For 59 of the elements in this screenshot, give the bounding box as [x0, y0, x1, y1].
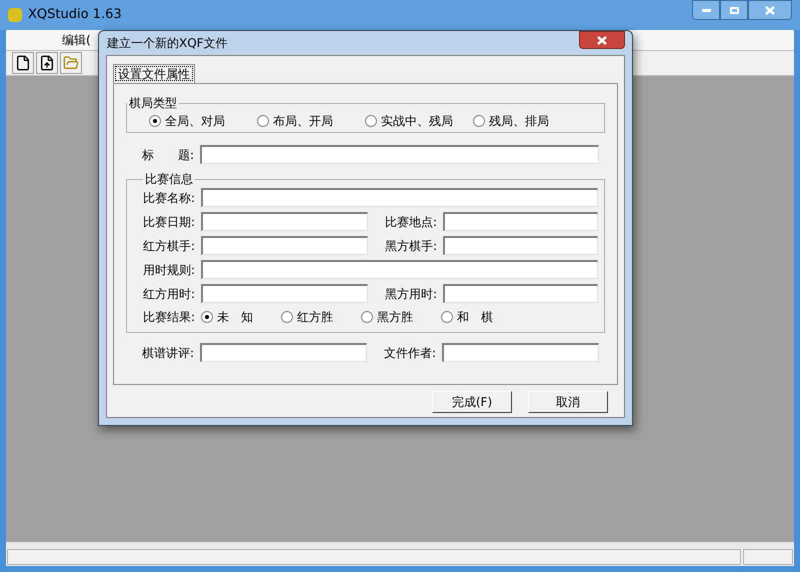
maximize-button[interactable] — [720, 0, 748, 20]
field-label: 用时规则: — [143, 262, 196, 278]
radio-button[interactable] — [473, 115, 485, 127]
close-button[interactable] — [579, 31, 625, 49]
radio-option[interactable]: 和 棋 — [441, 308, 521, 326]
group-title: 比赛信息 — [144, 171, 194, 188]
input-field[interactable] — [200, 145, 599, 164]
minimize-button[interactable] — [692, 0, 720, 20]
tab[interactable]: 设置文件属性 — [113, 64, 195, 83]
input-field[interactable] — [201, 260, 598, 279]
close-icon — [765, 6, 775, 14]
field-label: 黑方用时: — [385, 286, 438, 302]
status-bar-pane — [743, 549, 793, 565]
field-label: 比赛日期: — [143, 214, 196, 230]
field-label: 黑方棋手: — [385, 238, 438, 254]
field-label: 红方棋手: — [143, 238, 196, 254]
input-field[interactable] — [200, 343, 367, 362]
input-field[interactable] — [443, 212, 598, 231]
close-icon — [597, 36, 607, 44]
radio-option[interactable]: 黑方胜 — [361, 308, 441, 326]
radio-button[interactable] — [281, 311, 293, 323]
new-document-icon[interactable] — [12, 52, 34, 74]
dialog-title: 建立一个新的XQF文件 — [106, 35, 228, 52]
field-label: 红方用时: — [143, 286, 196, 302]
radio-button[interactable] — [361, 311, 373, 323]
app-icon — [8, 8, 22, 22]
radio-option[interactable]: 红方胜 — [281, 308, 361, 326]
radio-button[interactable] — [441, 311, 453, 323]
input-field[interactable] — [442, 343, 599, 362]
radio-button[interactable] — [365, 115, 377, 127]
field-label: 比赛结果: — [143, 309, 196, 326]
radio-button[interactable] — [201, 311, 213, 323]
radio-button[interactable] — [257, 115, 269, 127]
close-button[interactable] — [748, 0, 792, 20]
menu-item[interactable]: 编辑( — [62, 31, 91, 49]
field-label: 比赛地点: — [385, 214, 438, 230]
field-label: 比赛名称: — [143, 190, 196, 206]
window-title: XQStudio 1.63 — [28, 6, 122, 24]
input-field[interactable] — [201, 284, 368, 303]
dialog-button[interactable]: 完成(F) — [432, 391, 512, 413]
maximize-icon — [730, 6, 738, 14]
radio-option[interactable]: 全局、对局 — [149, 112, 257, 130]
field-label: 棋谱讲评: — [142, 344, 196, 362]
input-field[interactable] — [201, 188, 598, 207]
field-label: 标 题: — [142, 146, 196, 164]
group-title: 棋局类型 — [128, 95, 178, 112]
radio-option[interactable]: 未 知 — [201, 308, 281, 326]
field-label: 文件作者: — [384, 344, 438, 362]
radio-option[interactable]: 残局、排局 — [473, 112, 581, 130]
radio-option[interactable]: 布局、开局 — [257, 112, 365, 130]
input-field[interactable] — [443, 236, 598, 255]
radio-option[interactable]: 实战中、残局 — [365, 112, 473, 130]
radio-button[interactable] — [149, 115, 161, 127]
input-field[interactable] — [443, 284, 598, 303]
dialog-button[interactable]: 取消 — [528, 391, 608, 413]
document-upload-icon[interactable] — [36, 52, 58, 74]
input-field[interactable] — [201, 236, 368, 255]
minimize-icon — [702, 8, 710, 12]
input-field[interactable] — [201, 212, 368, 231]
